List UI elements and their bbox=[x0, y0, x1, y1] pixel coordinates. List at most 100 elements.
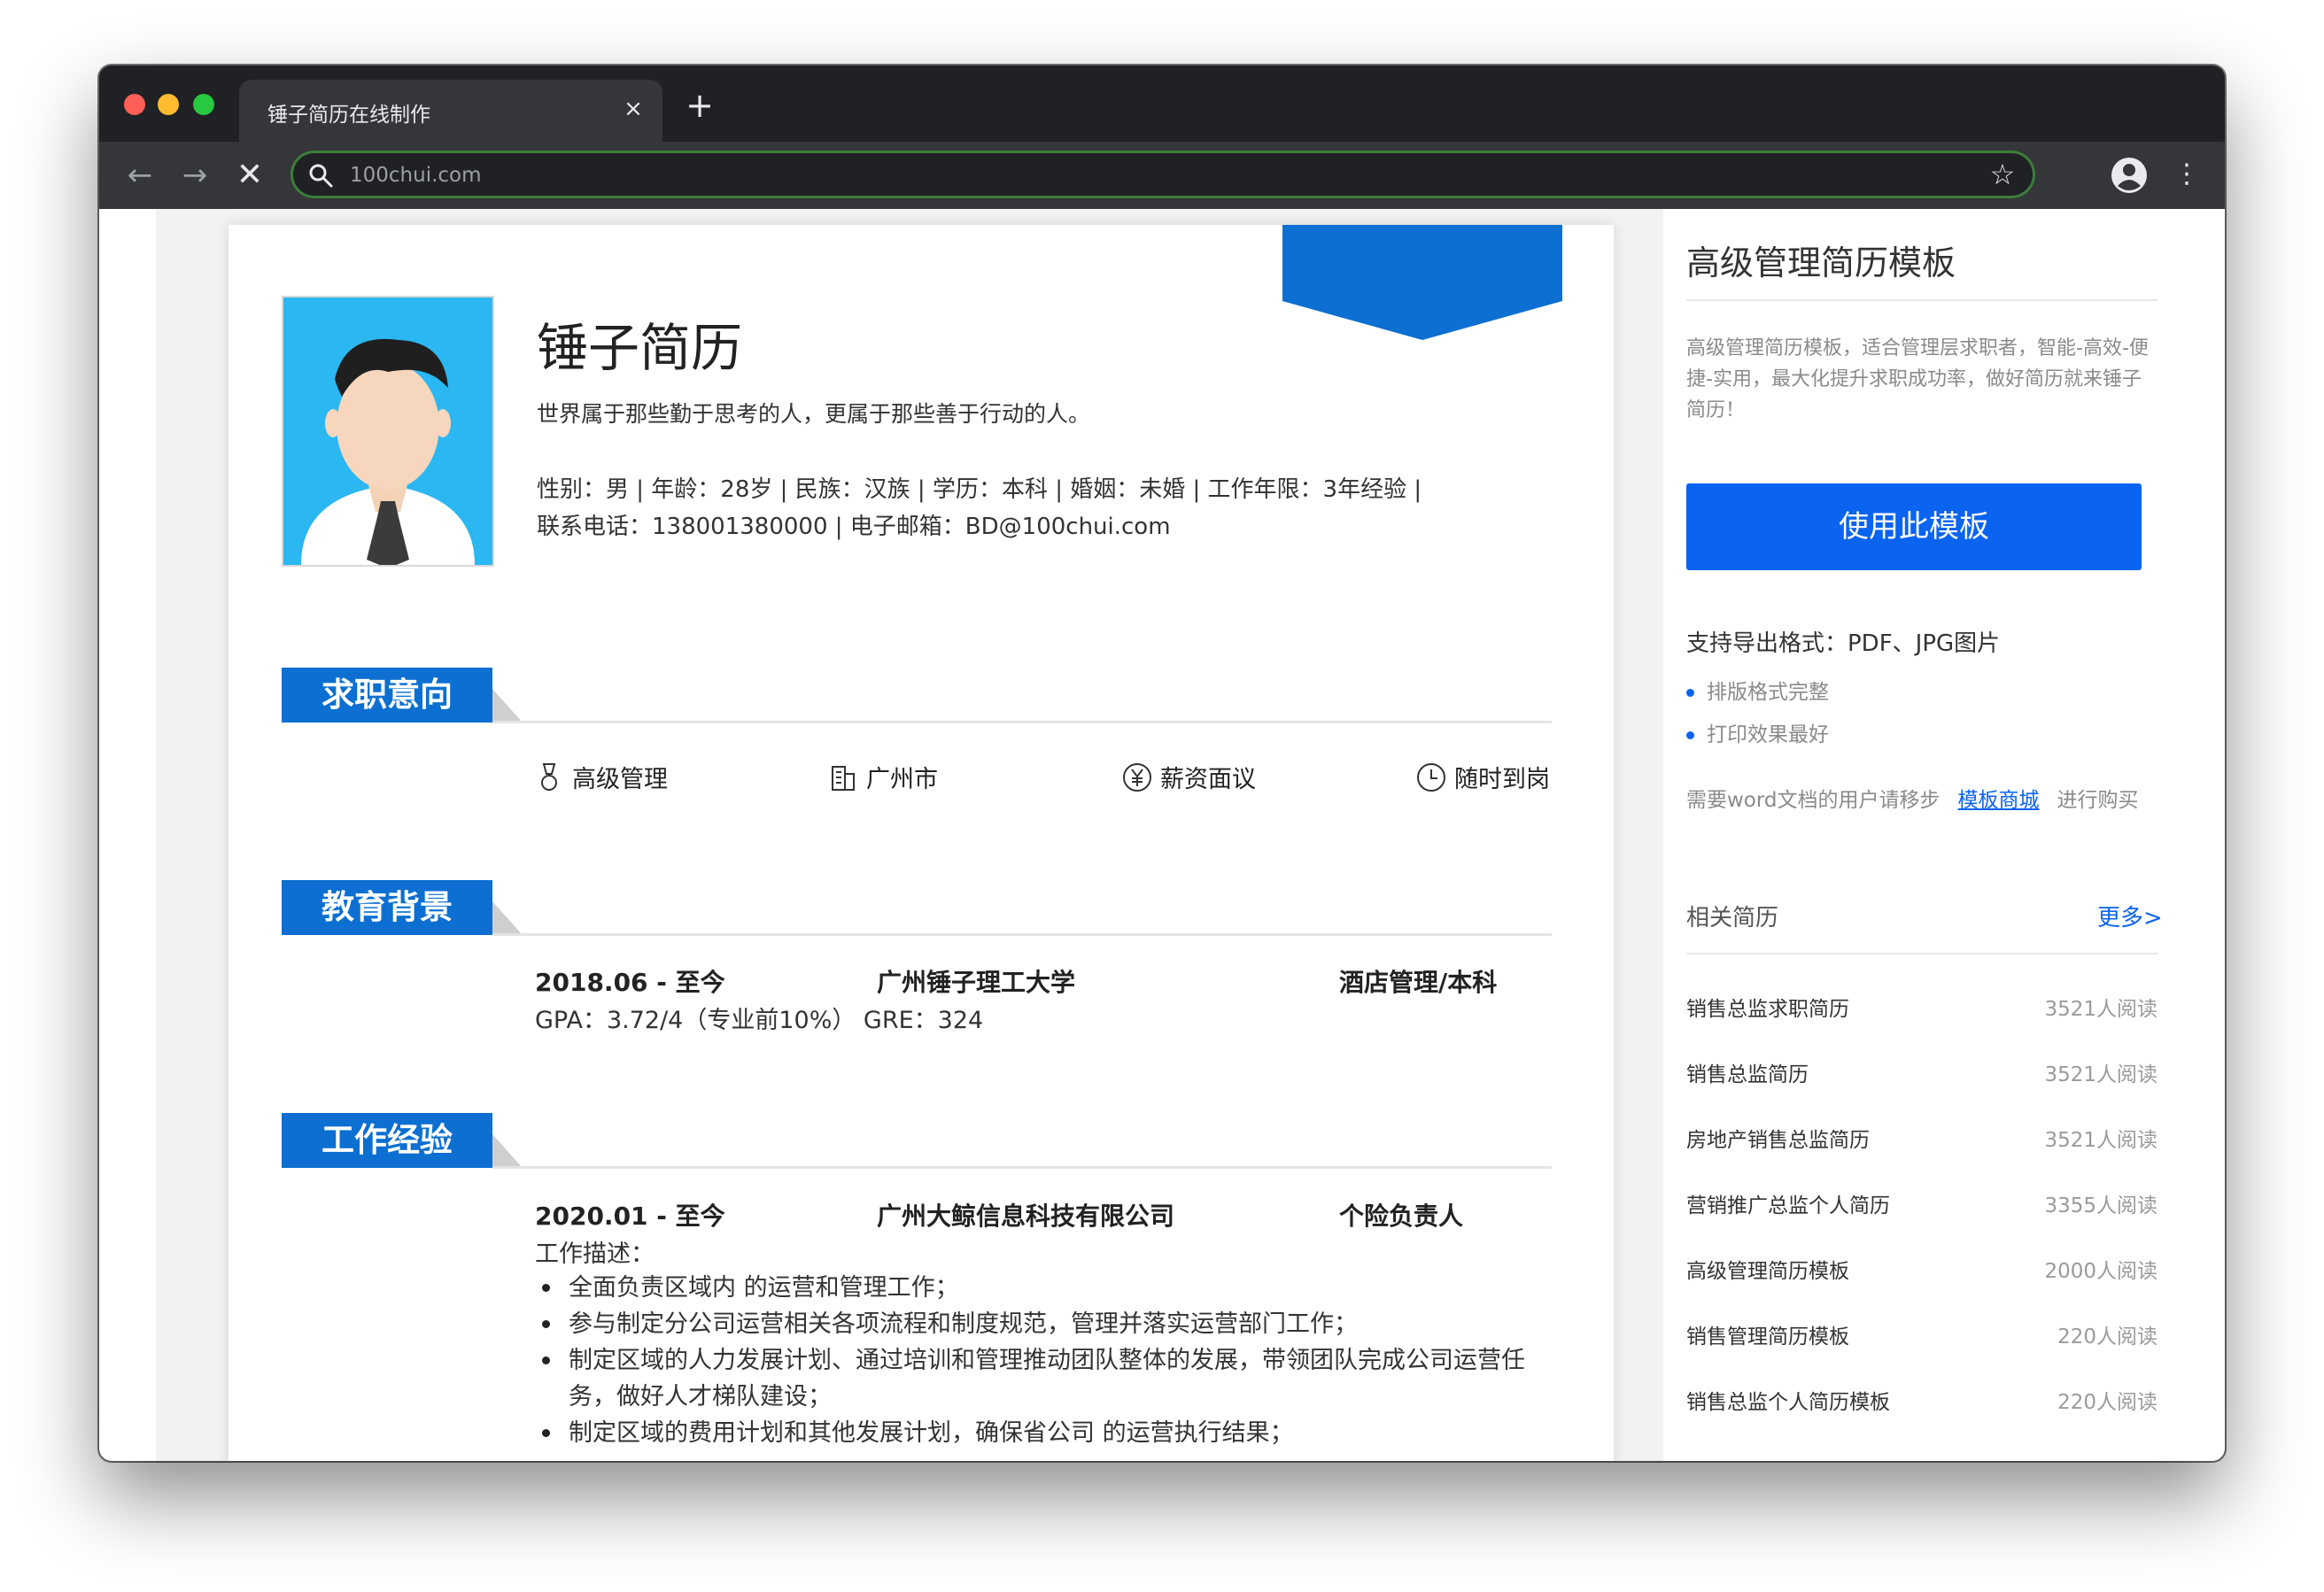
section-title: 教育背景 bbox=[282, 880, 492, 935]
job-intent-label: 高级管理 bbox=[572, 766, 668, 793]
related-resume-item[interactable]: 销售总监个人简历模板 220人阅读 bbox=[1686, 1385, 2157, 1417]
education-detail: GPA：3.72/4（专业前10%） GRE：324 bbox=[535, 1007, 984, 1034]
related-resumes-title: 相关简历 bbox=[1686, 905, 1779, 931]
read-count: 220人阅读 bbox=[2057, 1391, 2157, 1414]
maximize-window-button[interactable] bbox=[193, 94, 214, 115]
section-education: 教育背景 bbox=[282, 880, 1552, 942]
candidate-name: 锤子简历 bbox=[537, 318, 743, 378]
url-text[interactable]: 100chui.com bbox=[350, 164, 482, 187]
browser-window: 锤子简历在线制作 × + ← → ✕ 100chui.com ☆ ⋮ RESUM… bbox=[99, 66, 2225, 1461]
list-item: 参与制定分公司运营相关各项流程和制度规范，管理并落实运营部门工作； bbox=[535, 1306, 1562, 1342]
job-intent-availability: 随时到岗 bbox=[1415, 760, 1550, 794]
close-icon[interactable]: × bbox=[620, 96, 647, 122]
search-icon bbox=[309, 164, 333, 188]
related-resume-item[interactable]: 房地产销售总监简历 3521人阅读 bbox=[1686, 1123, 2157, 1155]
work-description-label: 工作描述： bbox=[535, 1240, 655, 1268]
education-major: 酒店管理/本科 bbox=[1339, 968, 1498, 997]
word-note-prefix: 需要word文档的用户请移步 bbox=[1686, 789, 1941, 812]
section-work-experience: 工作经验 bbox=[282, 1113, 1552, 1175]
job-intent-position: 高级管理 bbox=[533, 760, 668, 794]
feature-item: 打印效果最好 bbox=[1686, 717, 1829, 747]
read-count: 3521人阅读 bbox=[2044, 998, 2157, 1021]
job-intent-city: 广州市 bbox=[827, 760, 938, 794]
address-bar[interactable]: 100chui.com ☆ bbox=[290, 151, 2035, 198]
job-intent-label: 广州市 bbox=[866, 766, 938, 793]
work-duty-list: 全面负责区域内 的运营和管理工作； 参与制定分公司运营相关各项流程和制度规范，管… bbox=[535, 1270, 1562, 1451]
bookmark-star-icon[interactable]: ☆ bbox=[1985, 157, 2020, 192]
section-divider bbox=[492, 721, 1552, 723]
divider bbox=[1686, 299, 2157, 301]
more-link[interactable]: 更多> bbox=[2097, 900, 2163, 932]
minimize-window-button[interactable] bbox=[158, 94, 179, 115]
template-title: 高级管理简历模板 bbox=[1686, 243, 1956, 282]
browser-toolbar: ← → ✕ 100chui.com ☆ ⋮ bbox=[99, 142, 2225, 209]
related-resume-name[interactable]: 销售管理简历模板 bbox=[1686, 1319, 1849, 1349]
work-date: 2020.01 - 至今 bbox=[535, 1202, 725, 1231]
forward-icon[interactable]: → bbox=[175, 156, 214, 195]
related-resume-item[interactable]: 销售管理简历模板 220人阅读 bbox=[1686, 1319, 2157, 1351]
list-item: 制定区域的人力发展计划、通过培训和管理推动团队整体的发展，带领团队完成公司运营任… bbox=[535, 1342, 1562, 1415]
work-company: 广州大鲸信息科技有限公司 bbox=[877, 1202, 1175, 1231]
page-background: RESUME 锤子简历 世界属于那些勤于思考的人，更属于那些善于行动的人。 性别… bbox=[156, 209, 2219, 1461]
template-store-link[interactable]: 模板商城 bbox=[1958, 789, 2040, 812]
job-intent-label: 随时到岗 bbox=[1454, 766, 1550, 793]
personal-info: 性别：男 | 年龄：28岁 | 民族：汉族 | 学历：本科 | 婚姻：未婚 | … bbox=[537, 476, 1422, 503]
template-description: 高级管理简历模板，适合管理层求职者，智能-高效-便捷-实用，最大化提升求职成功率… bbox=[1686, 337, 2149, 421]
resume-ribbon bbox=[1282, 225, 1562, 340]
clock-icon bbox=[1417, 762, 1445, 792]
browser-menu-icon[interactable]: ⋮ bbox=[2173, 154, 2200, 195]
related-resume-name[interactable]: 销售总监简历 bbox=[1686, 1057, 1809, 1087]
contact-info: 联系电话：138001380000 | 电子邮箱：BD@100chui.com bbox=[537, 514, 1171, 540]
profile-icon[interactable] bbox=[2110, 156, 2149, 195]
ribbon-label: RESUME bbox=[277, 243, 460, 288]
browser-tab[interactable]: 锤子简历在线制作 × bbox=[239, 80, 662, 142]
education-date: 2018.06 - 至今 bbox=[535, 968, 725, 997]
job-intent-salary: 薪资面议 bbox=[1121, 760, 1256, 794]
work-position: 个险负责人 bbox=[1339, 1202, 1464, 1231]
stop-loading-icon[interactable]: ✕ bbox=[230, 156, 269, 195]
related-resume-item[interactable]: 销售总监简历 3521人阅读 bbox=[1686, 1057, 2157, 1089]
section-divider bbox=[492, 1166, 1552, 1169]
feature-item: 排版格式完整 bbox=[1686, 675, 1829, 705]
related-resume-item[interactable]: 营销推广总监个人简历 3355人阅读 bbox=[1686, 1188, 2157, 1220]
section-tab-corner bbox=[492, 901, 523, 935]
export-formats: 支持导出格式：PDF、JPG图片 bbox=[1686, 630, 2001, 657]
template-sidebar: 高级管理简历模板 高级管理简历模板，适合管理层求职者，智能-高效-便捷-实用，最… bbox=[1663, 209, 2219, 1461]
related-resume-name[interactable]: 房地产销售总监简历 bbox=[1686, 1123, 1870, 1153]
education-school: 广州锤子理工大学 bbox=[877, 968, 1076, 997]
building-icon bbox=[832, 765, 855, 791]
avatar bbox=[282, 296, 494, 567]
word-note-suffix: 进行购买 bbox=[2057, 789, 2139, 812]
section-tab-corner bbox=[492, 1134, 523, 1168]
section-title: 求职意向 bbox=[282, 668, 492, 723]
related-resume-item[interactable]: 高级管理简历模板 2000人阅读 bbox=[1686, 1254, 2157, 1286]
person-avatar-icon bbox=[301, 338, 475, 565]
medal-icon bbox=[541, 762, 557, 791]
section-tab-corner bbox=[492, 689, 523, 723]
new-tab-button[interactable]: + bbox=[684, 89, 716, 122]
list-item: 制定区域的费用计划和其他发展计划，确保省公司 的运营执行结果； bbox=[535, 1415, 1562, 1451]
close-window-button[interactable] bbox=[124, 94, 145, 115]
related-resume-name[interactable]: 销售总监求职简历 bbox=[1686, 992, 1849, 1022]
related-resume-name[interactable]: 销售总监个人简历模板 bbox=[1686, 1385, 1890, 1415]
tab-title: 锤子简历在线制作 bbox=[267, 104, 430, 127]
list-item: 全面负责区域内 的运营和管理工作； bbox=[535, 1270, 1562, 1306]
section-title: 工作经验 bbox=[282, 1113, 492, 1168]
candidate-motto: 世界属于那些勤于思考的人，更属于那些善于行动的人。 bbox=[537, 401, 1091, 427]
related-resume-name[interactable]: 营销推广总监个人简历 bbox=[1686, 1188, 1890, 1218]
read-count: 3355人阅读 bbox=[2044, 1194, 2157, 1217]
related-resume-item[interactable]: 销售总监求职简历 3521人阅读 bbox=[1686, 992, 2157, 1024]
read-count: 220人阅读 bbox=[2057, 1325, 2157, 1349]
read-count: 2000人阅读 bbox=[2044, 1260, 2157, 1283]
job-intent-label: 薪资面议 bbox=[1160, 766, 1256, 793]
back-icon[interactable]: ← bbox=[120, 156, 159, 195]
related-resume-name[interactable]: 高级管理简历模板 bbox=[1686, 1254, 1849, 1284]
read-count: 3521人阅读 bbox=[2044, 1129, 2157, 1152]
use-template-button[interactable]: 使用此模板 bbox=[1686, 483, 2142, 570]
section-job-intent: 求职意向 bbox=[282, 668, 1552, 730]
section-divider bbox=[492, 933, 1552, 936]
tab-bar: 锤子简历在线制作 × + bbox=[99, 66, 2225, 142]
yen-icon bbox=[1123, 762, 1151, 792]
divider bbox=[1686, 953, 2157, 954]
page-viewport: RESUME 锤子简历 世界属于那些勤于思考的人，更属于那些善于行动的人。 性别… bbox=[99, 209, 2225, 1461]
